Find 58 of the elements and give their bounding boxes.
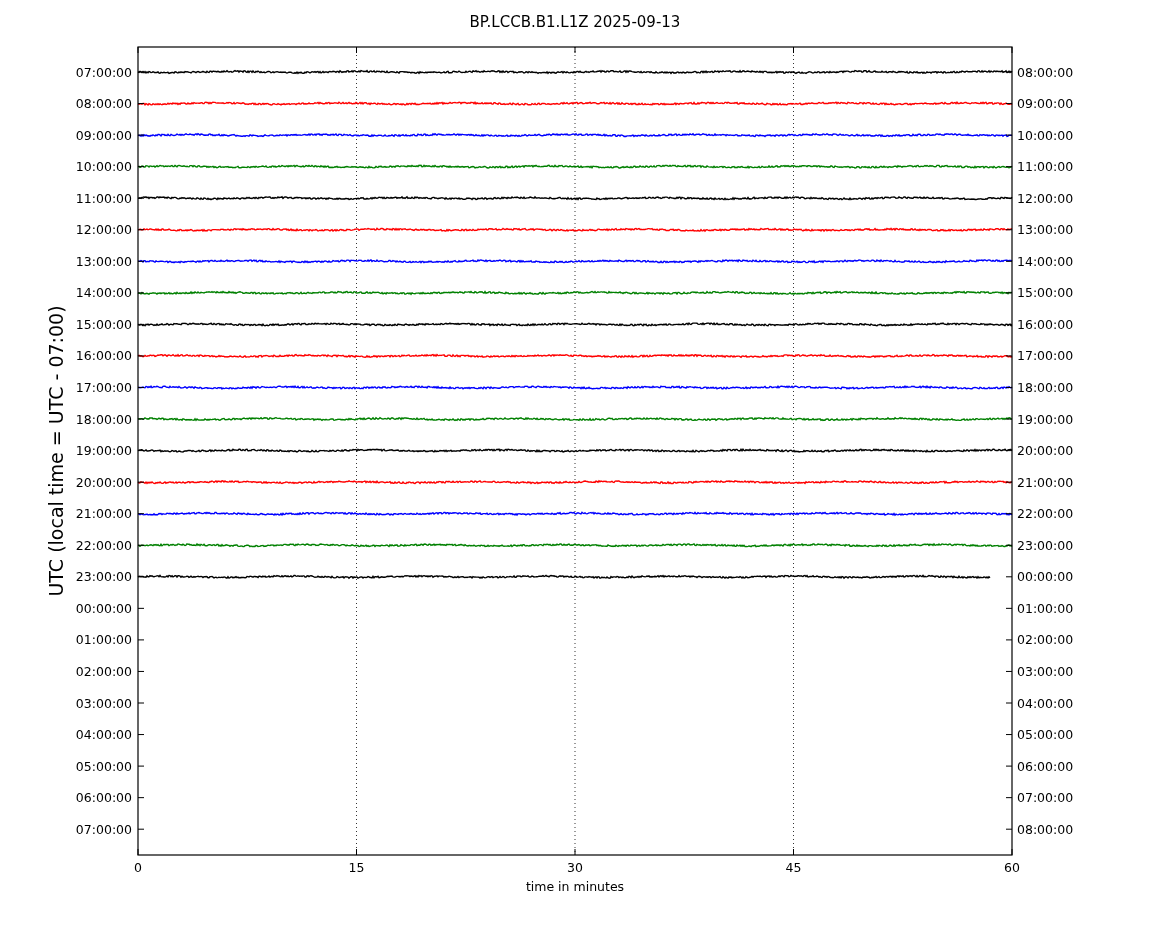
y-tick-label: 15:00:00 [75, 316, 132, 332]
y-tick-label: 03:00:00 [1017, 663, 1074, 679]
y-tick-label: 03:00:00 [75, 695, 132, 711]
y-tick-label: 09:00:00 [1017, 96, 1074, 112]
y-tick-label: 13:00:00 [75, 253, 132, 269]
y-tick-label: 12:00:00 [1017, 190, 1074, 206]
y-tick-label: 14:00:00 [1017, 253, 1074, 269]
y-tick-label: 08:00:00 [1017, 821, 1074, 837]
y-tick-label: 12:00:00 [75, 222, 132, 238]
y-tick-label: 06:00:00 [1017, 758, 1074, 774]
y-tick-label: 14:00:00 [75, 285, 132, 301]
y-tick-label: 00:00:00 [75, 600, 132, 616]
y-tick-label: 06:00:00 [75, 790, 132, 806]
y-tick-label: 10:00:00 [75, 159, 132, 175]
y-tick-label: 10:00:00 [1017, 127, 1074, 143]
y-tick-label: 23:00:00 [75, 569, 132, 585]
y-tick-label: 07:00:00 [75, 821, 132, 837]
y-tick-label: 11:00:00 [75, 190, 132, 206]
y-tick-label: 05:00:00 [1017, 727, 1074, 743]
y-tick-label: 22:00:00 [1017, 506, 1074, 522]
y-tick-label: 04:00:00 [75, 727, 132, 743]
y-tick-label: 11:00:00 [1017, 159, 1074, 175]
y-tick-label: 00:00:00 [1017, 569, 1074, 585]
y-tick-label: 02:00:00 [1017, 632, 1074, 648]
y-tick-label: 19:00:00 [1017, 411, 1074, 427]
y-tick-label: 13:00:00 [1017, 222, 1074, 238]
y-tick-label: 20:00:00 [75, 474, 132, 490]
y-tick-label: 04:00:00 [1017, 695, 1074, 711]
y-tick-label: 09:00:00 [75, 127, 132, 143]
y-tick-label: 20:00:00 [1017, 443, 1074, 459]
y-tick-label: 07:00:00 [75, 64, 132, 80]
y-tick-label: 01:00:00 [1017, 600, 1074, 616]
y-tick-label: 16:00:00 [75, 348, 132, 364]
y-tick-label: 08:00:00 [1017, 64, 1074, 80]
x-tick-label: 45 [785, 860, 802, 875]
y-tick-label: 22:00:00 [75, 537, 132, 553]
x-tick-label: 0 [134, 860, 142, 875]
y-tick-label: 17:00:00 [75, 380, 132, 395]
y-tick-label: 02:00:00 [75, 663, 132, 679]
x-tick-label: 60 [1004, 860, 1020, 875]
y-tick-label: 17:00:00 [1017, 348, 1074, 364]
y-tick-label: 21:00:00 [1017, 474, 1074, 490]
chart-title: BP.LCCB.B1.L1Z 2025-09-13 [469, 13, 681, 31]
y-tick-label: 18:00:00 [1017, 380, 1074, 395]
y-tick-label: 08:00:00 [75, 96, 132, 112]
y-axis-label: UTC (local time = UTC - 07:00) [45, 305, 67, 597]
y-tick-label: 15:00:00 [1017, 285, 1074, 301]
y-tick-label: 21:00:00 [75, 506, 132, 522]
y-tick-label: 19:00:00 [75, 443, 132, 459]
y-tick-label: 18:00:00 [75, 411, 132, 427]
y-tick-label: 23:00:00 [1017, 537, 1074, 553]
y-tick-label: 05:00:00 [75, 758, 132, 774]
y-tick-label: 07:00:00 [1017, 790, 1074, 806]
y-tick-label: 01:00:00 [75, 632, 132, 648]
x-tick-label: 30 [567, 860, 583, 875]
x-tick-label: 15 [348, 860, 365, 875]
x-axis-label: time in minutes [525, 879, 625, 894]
y-tick-label: 16:00:00 [1017, 316, 1074, 332]
